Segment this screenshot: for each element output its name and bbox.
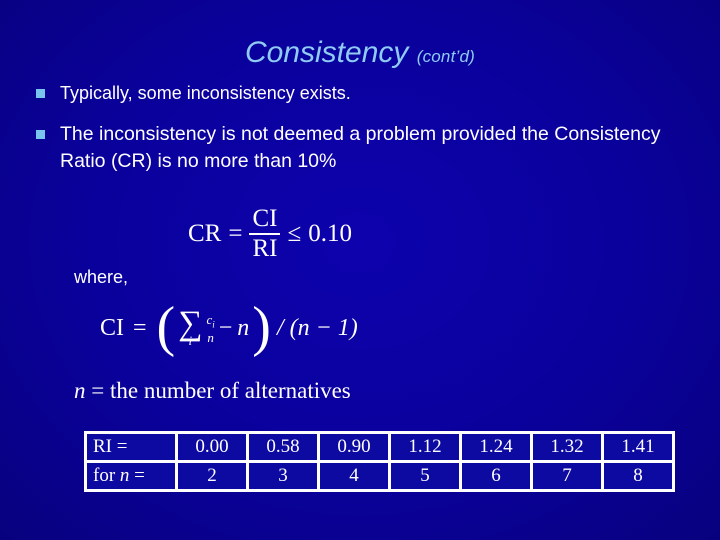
table-cell: 0.00 xyxy=(178,434,246,460)
square-bullet-icon xyxy=(36,121,60,139)
equation-ci-numerator: ci xyxy=(206,313,214,330)
n-equals: = xyxy=(91,378,105,403)
equation-cr-relation: ≤ xyxy=(287,220,302,247)
summation-icon: ∑ i xyxy=(178,307,202,348)
table-cell: 0.90 xyxy=(320,434,388,460)
table-cell: 7 xyxy=(533,463,601,489)
row-header-suffix: = xyxy=(129,465,145,486)
row-header-prefix: for xyxy=(93,465,120,486)
equation-ci-open-paren: ( xyxy=(156,295,176,358)
table-row-header-n: for n = xyxy=(87,463,175,489)
equation-ci-equals: = xyxy=(133,314,147,341)
equation-cr-rhs: 0.10 xyxy=(308,220,352,247)
ri-table: RI = 0.00 0.58 0.90 1.12 1.24 1.32 1.41 … xyxy=(84,431,675,492)
equation-ci-tail: / (n − 1) xyxy=(276,314,358,341)
table-cell: 1.32 xyxy=(533,434,601,460)
equation-ci-fraction: ci n xyxy=(206,313,214,345)
page-title: Consistency (cont’d) xyxy=(0,36,720,74)
summation-index: i xyxy=(188,332,193,348)
slide-canvas: Consistency (cont’d) Typically, some inc… xyxy=(0,0,720,540)
where-label: where, xyxy=(74,267,129,287)
table-cell: 0.58 xyxy=(249,434,317,460)
equation-consistency-index: CI = ( ∑ i ci n − n ) / (n − 1) xyxy=(100,295,358,358)
table-cell: 8 xyxy=(604,463,672,489)
table-cell: 1.24 xyxy=(462,434,530,460)
equation-cr-lhs: CR xyxy=(188,220,222,247)
table-cell: 3 xyxy=(249,463,317,489)
table-cell: 1.12 xyxy=(391,434,459,460)
page-title-main: Consistency xyxy=(244,36,409,69)
equation-cr-fraction: CI RI xyxy=(249,205,281,262)
row-header-symbol: n xyxy=(119,465,130,486)
equation-ci-numerator-subscript: i xyxy=(212,320,215,331)
equation-ci-lhs: CI xyxy=(100,314,124,341)
equation-cr-denominator: RI xyxy=(252,235,278,262)
list-item: The inconsistency is not deemed a proble… xyxy=(36,121,686,175)
n-symbol: n xyxy=(74,378,86,403)
table-cell: 2 xyxy=(178,463,246,489)
equation-n-definition: n = the number of alternatives xyxy=(74,378,351,404)
list-item: Typically, some inconsistency exists. xyxy=(36,80,686,107)
table-row: for n = 2 3 4 5 6 7 8 xyxy=(87,463,672,489)
equation-ci-denominator: n xyxy=(207,330,214,346)
table-cell: 6 xyxy=(462,463,530,489)
equation-consistency-ratio: CR = CI RI ≤ 0.10 xyxy=(188,206,352,262)
list-item-label: Typically, some inconsistency exists. xyxy=(60,83,351,103)
table-row: RI = 0.00 0.58 0.90 1.12 1.24 1.32 1.41 xyxy=(87,434,672,460)
bullet-list: Typically, some inconsistency exists. Th… xyxy=(36,80,686,189)
table-row-header-ri: RI = xyxy=(87,434,175,460)
page-title-suffix: (cont’d) xyxy=(416,47,476,66)
table-cell: 4 xyxy=(320,463,388,489)
square-bullet-icon xyxy=(36,80,60,98)
equation-ci-minus-term: n xyxy=(237,314,250,341)
list-item-label: The inconsistency is not deemed a proble… xyxy=(60,123,661,172)
equation-ci-summation-group: ∑ i ci n − n xyxy=(175,307,252,348)
equation-ci-minus: − xyxy=(218,314,233,341)
equation-cr-equals: = xyxy=(228,220,243,247)
equation-cr-numerator: CI xyxy=(252,205,278,232)
equation-ci-close-paren: ) xyxy=(252,295,271,358)
n-definition-text: the number of alternatives xyxy=(109,378,351,403)
table-cell: 5 xyxy=(391,463,459,489)
table-cell: 1.41 xyxy=(604,434,672,460)
